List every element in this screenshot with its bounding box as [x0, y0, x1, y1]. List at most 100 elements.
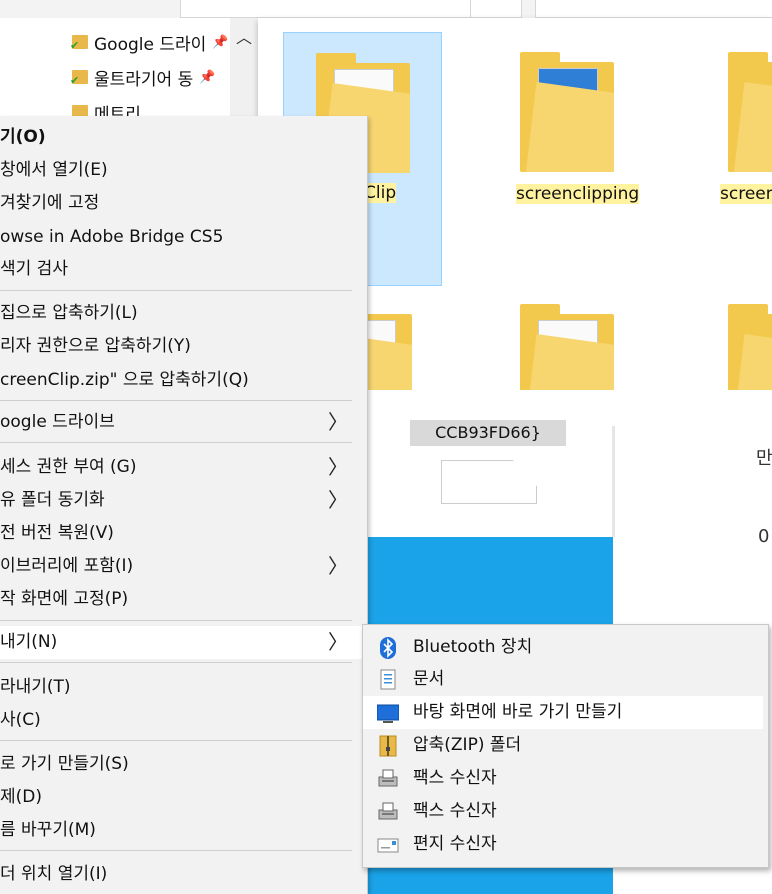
menu-item-create-shortcut[interactable]: 로 가기 만들기(S) [0, 748, 362, 781]
menu-item-label: 제(D) [0, 787, 42, 807]
nav-item-ultragear[interactable]: ✔ 울트라기어 동 📌 [70, 62, 216, 92]
menu-item-rename[interactable]: 름 바꾸기(M) [0, 814, 362, 847]
menu-item-adobe-bridge[interactable]: owse in Adobe Bridge CS5 [0, 221, 362, 254]
submenu-item-label: 팩스 수신자 [413, 801, 497, 821]
nav-item-label: Google 드라이 [94, 34, 207, 55]
send-to-documents[interactable]: 문서 [363, 663, 763, 696]
submenu-item-label: 문서 [413, 669, 445, 689]
menu-item-label: 더 위치 열기(I) [0, 864, 108, 884]
menu-item-restore-versions[interactable]: 전 버전 복원(V) [0, 517, 362, 550]
chevron-right-icon: 〉 [328, 630, 348, 654]
menu-item-google-drive[interactable]: oogle 드라이브 〉 [0, 406, 362, 439]
chevron-up-icon[interactable]: ︿ [236, 24, 252, 48]
send-to-desktop-shortcut[interactable]: 바탕 화면에 바로 가기 만들기 [363, 696, 763, 729]
menu-separator [0, 400, 352, 401]
submenu-item-label: 압축(ZIP) 폴더 [413, 735, 522, 755]
menu-item-label: 유 폴더 동기화 [0, 490, 105, 510]
menu-item-compress-admin[interactable]: 리자 권한으로 압축하기(Y) [0, 330, 362, 363]
menu-separator [0, 850, 352, 851]
menu-separator [0, 442, 352, 443]
menu-item-send-to[interactable]: 내기(N) 〉 [0, 626, 362, 659]
menu-item-compress-to-zip[interactable]: creenClip.zip" 으로 압축하기(Q) [0, 364, 362, 397]
folder-icon [728, 52, 772, 172]
menu-item-label: creenClip.zip" 으로 압축하기(Q) [0, 370, 249, 390]
submenu-item-label: 바탕 화면에 바로 가기 만들기 [413, 702, 623, 722]
menu-item-delete[interactable]: 제(D) [0, 781, 362, 814]
send-to-mail-recipient[interactable]: 편지 수신자 [363, 828, 763, 861]
folder-tile[interactable] [520, 304, 616, 390]
send-to-bluetooth[interactable]: Bluetooth 장치 [363, 631, 763, 664]
menu-item-label: 전 버전 복원(V) [0, 523, 114, 543]
menu-item-pin-start[interactable]: 작 화면에 고정(P) [0, 583, 362, 616]
menu-item-cut[interactable]: 라내기(T) [0, 671, 362, 704]
menu-item-label: 로 가기 만들기(S) [0, 754, 129, 774]
menu-item-label: 리자 권한으로 압축하기(Y) [0, 336, 191, 356]
folder-tile-screenclipping[interactable]: screenclipping [508, 48, 648, 208]
submenu-item-label: 팩스 수신자 [413, 768, 497, 788]
menu-item-copy[interactable]: 사(C) [0, 704, 362, 737]
nav-item-label: 울트라기어 동 [94, 69, 194, 90]
menu-separator [0, 740, 352, 741]
chevron-right-icon: 〉 [328, 410, 348, 434]
background-text: 0 [758, 526, 770, 547]
address-bar[interactable] [180, 0, 472, 18]
send-to-zip-folder[interactable]: 압축(ZIP) 폴더 [363, 729, 763, 762]
menu-item-label: 사(C) [0, 710, 41, 730]
menu-item-sync-shared-folder[interactable]: 유 폴더 동기화 〉 [0, 484, 362, 517]
context-menu: 기(O) 창에서 열기(E) 겨찾기에 고정 owse in Adobe Bri… [0, 116, 368, 894]
send-to-fax-recipient[interactable]: 팩스 수신자 [363, 795, 763, 828]
menu-item-open-folder-location[interactable]: 더 위치 열기(I) [0, 858, 362, 891]
menu-item-scan[interactable]: 색기 검사 [0, 253, 362, 286]
menu-item-label: owse in Adobe Bridge CS5 [0, 227, 224, 247]
menu-item-open[interactable]: 기(O) [0, 121, 362, 154]
submenu-item-label: Bluetooth 장치 [413, 637, 533, 657]
fax-icon [378, 769, 398, 787]
menu-item-label: 집으로 압축하기(L) [0, 303, 138, 323]
chevron-right-icon: 〉 [328, 455, 348, 479]
bluetooth-icon [380, 637, 396, 659]
menu-separator [0, 620, 352, 621]
menu-item-label: 내기(N) [0, 632, 58, 652]
menu-item-label: 라내기(T) [0, 677, 71, 697]
zip-folder-icon [379, 735, 397, 757]
menu-item-give-access[interactable]: 세스 권한 부여 (G) 〉 [0, 451, 362, 484]
menu-item-open-new-window[interactable]: 창에서 열기(E) [0, 154, 362, 187]
explorer-toolbar [0, 0, 772, 19]
file-label: CCB93FD66} [410, 420, 566, 446]
submenu-item-label: 편지 수신자 [413, 834, 497, 854]
folder-tile[interactable] [728, 304, 772, 390]
menu-item-label: 름 바꾸기(M) [0, 820, 96, 840]
chevron-right-icon: 〉 [328, 488, 348, 512]
menu-separator [0, 662, 352, 663]
background-text: 만 [756, 448, 772, 469]
send-to-submenu: Bluetooth 장치 문서 바탕 화면에 바로 가기 만들기 압축(ZIP)… [362, 624, 769, 868]
menu-separator [0, 290, 352, 291]
navigation-pane: ✔ Google 드라이 📌 ✔ 울트라기어 동 📌 메트리 [0, 18, 258, 125]
search-input[interactable] [535, 0, 772, 18]
folder-label: Clip [364, 183, 397, 203]
menu-item-label: 이브러리에 포함(I) [0, 556, 134, 576]
folder-icon [728, 304, 772, 390]
send-to-fax-recipient[interactable]: 팩스 수신자 [363, 762, 763, 795]
folder-tile-screen[interactable]: screen [720, 48, 772, 208]
nav-item-google-drive[interactable]: ✔ Google 드라이 📌 [70, 27, 228, 57]
refresh-button[interactable] [470, 0, 522, 18]
folder-label: screenclipping [516, 184, 640, 204]
folder-icon: ✔ [70, 70, 88, 87]
folder-label: screen [720, 184, 772, 204]
chevron-right-icon: 〉 [328, 554, 348, 578]
menu-item-label: oogle 드라이브 [0, 412, 115, 432]
folder-icon: ✔ [70, 35, 88, 52]
menu-item-pin-quick-access[interactable]: 겨찾기에 고정 [0, 187, 362, 220]
menu-item-include-library[interactable]: 이브러리에 포함(I) 〉 [0, 550, 362, 583]
menu-item-label: 창에서 열기(E) [0, 160, 108, 180]
menu-item-label: 세스 권한 부여 (G) [0, 457, 137, 477]
divider [612, 426, 615, 537]
menu-item-label: 색기 검사 [0, 259, 68, 279]
menu-item-label: 기(O) [0, 127, 46, 147]
menu-item-compress[interactable]: 집으로 압축하기(L) [0, 297, 362, 330]
fax-icon [378, 802, 398, 820]
pin-icon: 📌 [199, 69, 216, 85]
nav-scrollbar[interactable]: ︿ [230, 18, 258, 118]
documents-icon [380, 669, 396, 690]
